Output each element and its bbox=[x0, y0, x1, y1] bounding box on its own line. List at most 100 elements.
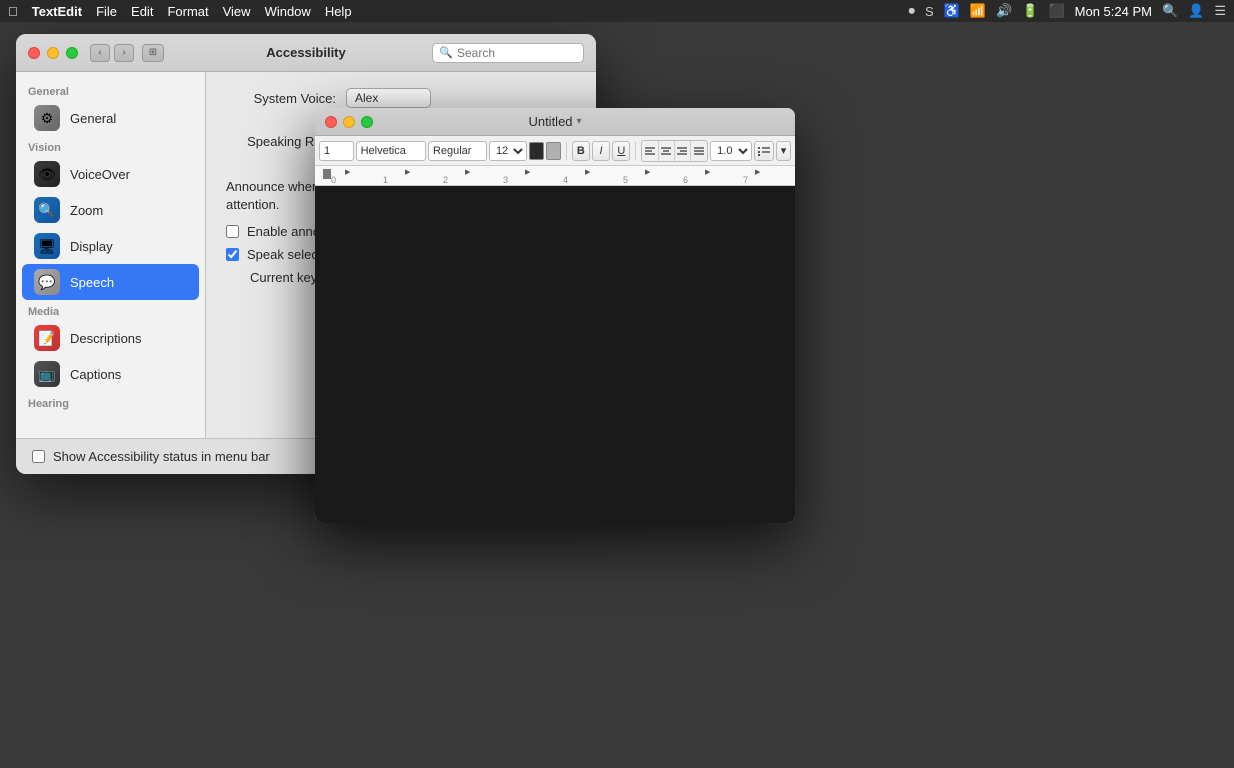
sidebar-item-display[interactable]: 🖥 Display bbox=[22, 228, 199, 264]
sidebar-label-descriptions: Descriptions bbox=[70, 331, 142, 346]
menu-window[interactable]: Window bbox=[265, 4, 311, 19]
textedit-editor[interactable] bbox=[315, 186, 795, 523]
style-select[interactable]: 1 bbox=[319, 141, 354, 161]
font-select[interactable]: Helvetica bbox=[356, 141, 426, 161]
more-button[interactable]: ▾ bbox=[776, 141, 791, 161]
textedit-window: Untitled ▾ 1 Helvetica Regular 12 B I U bbox=[315, 108, 795, 523]
display-icon: 🖥 bbox=[34, 233, 60, 259]
list-button[interactable] bbox=[754, 141, 774, 161]
textedit-title: Untitled ▾ bbox=[528, 114, 581, 129]
traffic-lights bbox=[28, 47, 78, 59]
tab-stop-2: ▶ bbox=[405, 168, 410, 176]
show-status-checkbox[interactable] bbox=[32, 450, 45, 463]
sidebar-item-voiceover[interactable]: 👁 VoiceOver bbox=[22, 156, 199, 192]
sidebar-item-general[interactable]: ⚙ General bbox=[22, 100, 199, 136]
hearing-section-label: Hearing bbox=[16, 392, 205, 412]
menu-help[interactable]: Help bbox=[325, 4, 352, 19]
system-voice-row: System Voice: Alex Samantha Victoria bbox=[226, 88, 576, 108]
tab-stop-1: ▶ bbox=[345, 168, 350, 176]
accessibility-icon[interactable]: ♿ bbox=[944, 3, 960, 19]
align-justify-button[interactable] bbox=[691, 141, 707, 161]
record-icon[interactable]: ⏺ bbox=[909, 3, 916, 19]
menu-textedit[interactable]: TextEdit bbox=[32, 4, 82, 19]
te-minimize-button[interactable] bbox=[343, 116, 355, 128]
menu-file[interactable]: File bbox=[96, 4, 117, 19]
bold-button[interactable]: B bbox=[572, 141, 590, 161]
media-section-label: Media bbox=[16, 300, 205, 320]
skype-icon[interactable]: S bbox=[925, 4, 934, 19]
close-button[interactable] bbox=[28, 47, 40, 59]
grid-button[interactable]: ⊞ bbox=[142, 44, 164, 62]
system-voice-label: System Voice: bbox=[226, 91, 336, 106]
tab-stop-4: ▶ bbox=[525, 168, 530, 176]
voiceover-icon: 👁 bbox=[34, 161, 60, 187]
ruler-mark-7: 7 bbox=[743, 175, 748, 185]
te-maximize-button[interactable] bbox=[361, 116, 373, 128]
sidebar-item-zoom[interactable]: 🔍 Zoom bbox=[22, 192, 199, 228]
tab-stop-end: ▶ bbox=[755, 168, 760, 176]
search-input[interactable] bbox=[457, 46, 577, 60]
menu-format[interactable]: Format bbox=[167, 4, 208, 19]
text-color-button[interactable] bbox=[529, 142, 544, 160]
volume-icon[interactable]: 🔊 bbox=[996, 3, 1012, 19]
menu-view[interactable]: View bbox=[223, 4, 251, 19]
forward-button[interactable]: › bbox=[114, 44, 134, 62]
line-spacing-select[interactable]: 1.0 1.5 2.0 bbox=[710, 141, 752, 161]
toolbar-separator-2 bbox=[635, 142, 636, 160]
alignment-group bbox=[641, 140, 708, 162]
title-chevron-icon: ▾ bbox=[577, 116, 582, 127]
minimize-button[interactable] bbox=[47, 47, 59, 59]
zoom-icon: 🔍 bbox=[34, 197, 60, 223]
display-icon[interactable]: ⬛ bbox=[1048, 3, 1064, 19]
ruler-mark-1: 1 bbox=[383, 175, 388, 185]
ruler-mark-3: 3 bbox=[503, 175, 508, 185]
sidebar-item-captions[interactable]: 📺 Captions bbox=[22, 356, 199, 392]
tab-stop-5: ▶ bbox=[585, 168, 590, 176]
user-icon[interactable]: 👤 bbox=[1188, 3, 1204, 19]
weight-select[interactable]: Regular bbox=[428, 141, 487, 161]
menu-extra-icon[interactable]: ☰ bbox=[1214, 3, 1226, 19]
sidebar-label-voiceover: VoiceOver bbox=[70, 167, 130, 182]
align-center-button[interactable] bbox=[659, 141, 675, 161]
sidebar-item-descriptions[interactable]: 📝 Descriptions bbox=[22, 320, 199, 356]
vision-section-label: Vision bbox=[16, 136, 205, 156]
descriptions-icon: 📝 bbox=[34, 325, 60, 351]
search-icon[interactable]: 🔍 bbox=[1162, 3, 1178, 19]
sidebar-label-captions: Captions bbox=[70, 367, 121, 382]
general-section-label: General bbox=[16, 80, 205, 100]
menubar:  TextEdit File Edit Format View Window … bbox=[0, 0, 1234, 22]
size-select[interactable]: 12 bbox=[489, 141, 527, 161]
background-color-button[interactable] bbox=[546, 142, 561, 160]
battery-icon[interactable]: 🔋 bbox=[1022, 3, 1038, 19]
sidebar-label-speech: Speech bbox=[70, 275, 114, 290]
system-voice-select[interactable]: Alex Samantha Victoria bbox=[346, 88, 431, 108]
ruler-mark-2: 2 bbox=[443, 175, 448, 185]
ruler-mark-5: 5 bbox=[623, 175, 628, 185]
speech-icon: 💬 bbox=[34, 269, 60, 295]
te-traffic-lights bbox=[325, 116, 373, 128]
align-right-button[interactable] bbox=[675, 141, 691, 161]
speak-selected-checkbox[interactable] bbox=[226, 248, 239, 261]
te-close-button[interactable] bbox=[325, 116, 337, 128]
maximize-button[interactable] bbox=[66, 47, 78, 59]
general-icon: ⚙ bbox=[34, 105, 60, 131]
tab-stop-3: ▶ bbox=[465, 168, 470, 176]
menu-edit[interactable]: Edit bbox=[131, 4, 153, 19]
textedit-toolbar: 1 Helvetica Regular 12 B I U bbox=[315, 136, 795, 166]
wifi-icon[interactable]: 📶 bbox=[970, 3, 986, 19]
enable-announce-checkbox[interactable] bbox=[226, 225, 239, 238]
sidebar-item-speech[interactable]: 💬 Speech bbox=[22, 264, 199, 300]
tab-stop-6: ▶ bbox=[645, 168, 650, 176]
ruler-mark-6: 6 bbox=[683, 175, 688, 185]
align-left-button[interactable] bbox=[642, 141, 658, 161]
sidebar-label-zoom: Zoom bbox=[70, 203, 103, 218]
apple-menu[interactable]:  bbox=[8, 4, 18, 19]
back-button[interactable]: ‹ bbox=[90, 44, 110, 62]
captions-icon: 📺 bbox=[34, 361, 60, 387]
underline-button[interactable]: U bbox=[612, 141, 630, 161]
italic-button[interactable]: I bbox=[592, 141, 610, 161]
sidebar: General ⚙ General Vision 👁 VoiceOver 🔍 Z… bbox=[16, 72, 206, 438]
search-icon: 🔍 bbox=[439, 46, 453, 59]
textedit-ruler: 0 1 2 3 4 5 6 7 ▶ ▶ ▶ ▶ ▶ ▶ ▶ ▶ bbox=[315, 166, 795, 186]
show-status-label: Show Accessibility status in menu bar bbox=[53, 449, 270, 464]
